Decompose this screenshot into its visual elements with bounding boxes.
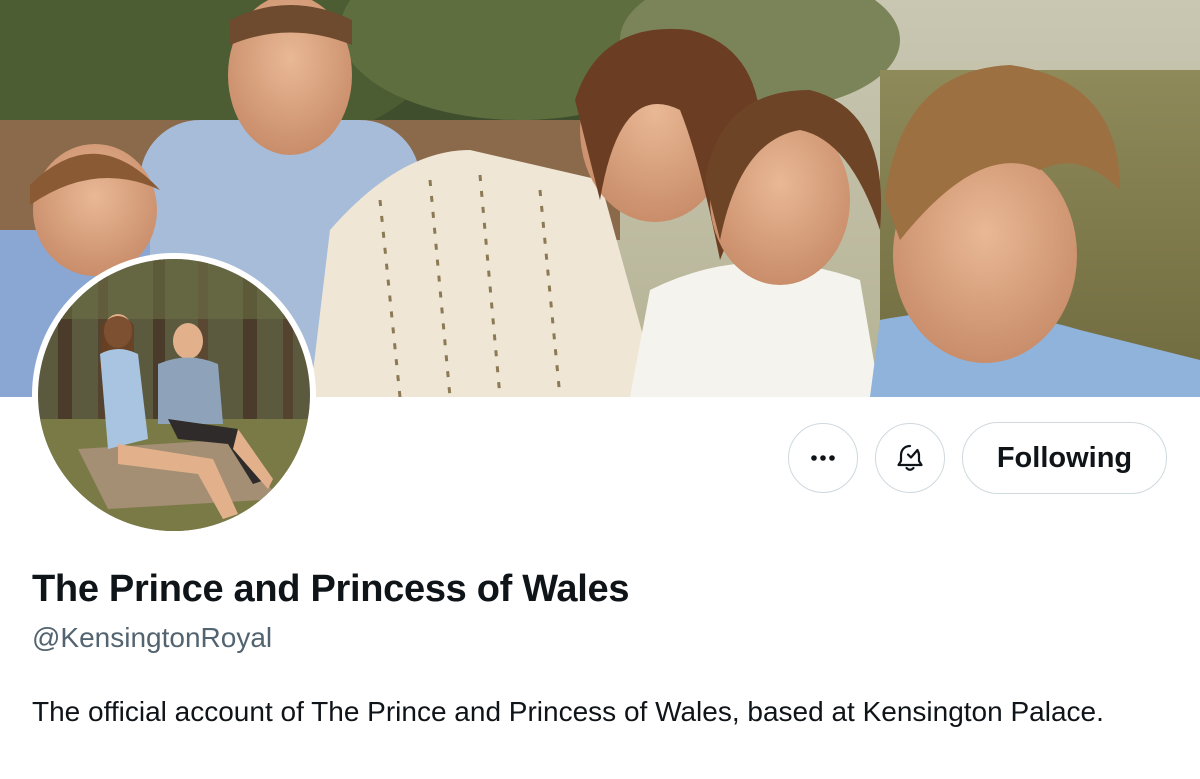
profile-display-name: The Prince and Princess of Wales <box>32 568 630 610</box>
profile-actions: Following <box>788 422 1167 494</box>
profile-handle: @KensingtonRoyal <box>32 622 273 653</box>
bell-icon <box>897 444 923 471</box>
profile-avatar[interactable] <box>32 253 316 537</box>
more-icon <box>811 455 835 461</box>
profile-bio: The official account of The Prince and P… <box>32 696 1104 727</box>
following-button[interactable]: Following <box>962 422 1167 494</box>
notifications-button[interactable] <box>875 423 945 493</box>
more-options-button[interactable] <box>788 423 858 493</box>
